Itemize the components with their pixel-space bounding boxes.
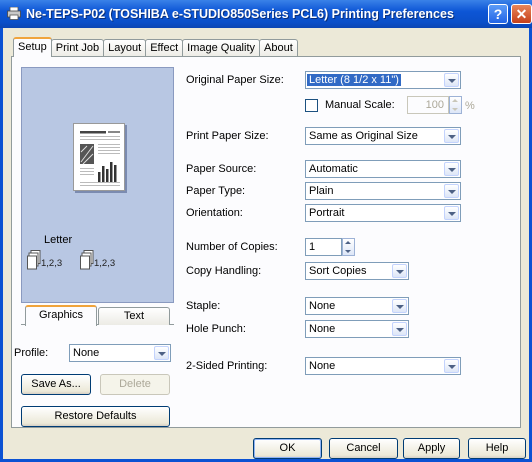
manual-scale-input[interactable]: 100 bbox=[407, 96, 449, 114]
collate-number-2: 1,2,3 bbox=[94, 258, 116, 269]
paper-type-select[interactable]: Plain bbox=[305, 182, 461, 200]
chevron-down-icon[interactable] bbox=[392, 299, 407, 313]
ok-button[interactable]: OK bbox=[253, 438, 322, 459]
chevron-down-icon[interactable] bbox=[444, 359, 459, 373]
subtab-graphics-label: Graphics bbox=[38, 309, 84, 321]
help-button[interactable]: Help bbox=[468, 438, 526, 459]
profile-value: None bbox=[73, 347, 100, 359]
save-as-button[interactable]: Save As... bbox=[21, 374, 91, 395]
tab-strip: Setup Print Job Layout Effect Image Qual… bbox=[13, 37, 298, 57]
print-paper-size-select[interactable]: Same as Original Size bbox=[305, 127, 461, 145]
orientation-label: Orientation: bbox=[186, 207, 243, 219]
close-button[interactable]: ✕ bbox=[511, 4, 532, 24]
hole-punch-select[interactable]: None bbox=[305, 320, 409, 338]
copies-spinner[interactable] bbox=[342, 238, 355, 256]
copies-value: 1 bbox=[309, 241, 316, 253]
page-preview: Letter 1,2,3 1,2,3 bbox=[21, 67, 174, 303]
title-bar: Ne-TEPS-P02 (TOSHIBA e-STUDIO850Series P… bbox=[0, 0, 532, 28]
subtab-text-label: Text bbox=[123, 310, 145, 322]
paper-source-label: Paper Source: bbox=[186, 163, 257, 175]
paper-source-select[interactable]: Automatic bbox=[305, 160, 461, 178]
hole-punch-value: None bbox=[309, 323, 336, 335]
chevron-down-icon[interactable] bbox=[154, 346, 169, 360]
copy-handling-select[interactable]: Sort Copies bbox=[305, 262, 409, 280]
orientation-select[interactable]: Portrait bbox=[305, 204, 461, 222]
tab-print-job[interactable]: Print Job bbox=[50, 39, 105, 57]
tab-setup[interactable]: Setup bbox=[13, 37, 52, 57]
collate-number-1: 1,2,3 bbox=[41, 258, 63, 269]
paper-name-label: Letter bbox=[44, 234, 73, 246]
tab-about[interactable]: About bbox=[259, 39, 298, 57]
subtab-text[interactable]: Text bbox=[98, 307, 170, 325]
chevron-down-icon[interactable] bbox=[444, 129, 459, 143]
tab-layout[interactable]: Layout bbox=[103, 39, 147, 57]
copies-input[interactable]: 1 bbox=[305, 238, 342, 256]
collate-icon: 1,2,3 bbox=[80, 250, 120, 272]
chevron-down-icon[interactable] bbox=[444, 206, 459, 220]
window-title: Ne-TEPS-P02 (TOSHIBA e-STUDIO850Series P… bbox=[26, 7, 454, 21]
two-sided-label: 2-Sided Printing: bbox=[186, 360, 268, 372]
chevron-down-icon[interactable] bbox=[444, 184, 459, 198]
cancel-button[interactable]: Cancel bbox=[329, 438, 398, 459]
manual-scale-label: Manual Scale: bbox=[325, 99, 395, 111]
profile-select[interactable]: None bbox=[69, 344, 171, 362]
dialog-body: Setup Print Job Layout Effect Image Qual… bbox=[0, 28, 532, 462]
print-paper-size-label: Print Paper Size: bbox=[186, 130, 269, 142]
manual-scale-unit: % bbox=[465, 100, 475, 112]
copies-label: Number of Copies: bbox=[186, 241, 278, 253]
chevron-down-icon[interactable] bbox=[444, 162, 459, 176]
restore-defaults-button[interactable]: Restore Defaults bbox=[21, 406, 170, 427]
manual-scale-checkbox[interactable] bbox=[305, 99, 318, 112]
chevron-down-icon[interactable] bbox=[392, 322, 407, 336]
chevron-down-icon[interactable] bbox=[392, 264, 407, 278]
print-paper-size-value: Same as Original Size bbox=[309, 130, 418, 142]
two-sided-select[interactable]: None bbox=[305, 357, 461, 375]
copy-handling-label: Copy Handling: bbox=[186, 265, 262, 277]
document-preview-icon bbox=[80, 131, 120, 186]
staple-label: Staple: bbox=[186, 300, 221, 312]
help-title-button[interactable]: ? bbox=[488, 4, 508, 24]
preview-subtabs: Graphics Text bbox=[21, 305, 174, 326]
tab-effect[interactable]: Effect bbox=[145, 39, 184, 57]
original-paper-size-select[interactable]: Letter (8 1/2 x 11") bbox=[305, 71, 461, 89]
manual-scale-spinner[interactable] bbox=[449, 96, 462, 114]
paper-source-value: Automatic bbox=[309, 163, 358, 175]
paper-type-label: Paper Type: bbox=[186, 185, 246, 197]
original-paper-size-value: Letter (8 1/2 x 11") bbox=[307, 74, 401, 86]
printer-icon bbox=[7, 7, 21, 20]
manual-scale-value: 100 bbox=[425, 99, 444, 111]
chevron-down-icon[interactable] bbox=[444, 73, 459, 87]
two-sided-value: None bbox=[309, 360, 336, 372]
original-paper-size-label: Original Paper Size: bbox=[186, 74, 284, 86]
paper-type-value: Plain bbox=[309, 185, 334, 197]
staple-value: None bbox=[309, 300, 336, 312]
orientation-value: Portrait bbox=[309, 207, 345, 219]
apply-button[interactable]: Apply bbox=[403, 438, 460, 459]
staple-select[interactable]: None bbox=[305, 297, 409, 315]
profile-label: Profile: bbox=[14, 347, 49, 359]
hole-punch-label: Hole Punch: bbox=[186, 323, 246, 335]
setup-panel: Letter 1,2,3 1,2,3 Graphics Text Profile… bbox=[11, 56, 521, 428]
delete-button[interactable]: Delete bbox=[100, 374, 170, 395]
tab-image-quality[interactable]: Image Quality bbox=[182, 39, 261, 57]
copy-handling-value: Sort Copies bbox=[309, 265, 367, 277]
page-thumbnail bbox=[73, 123, 125, 191]
subtab-graphics[interactable]: Graphics bbox=[25, 305, 97, 326]
collate-icon: 1,2,3 bbox=[27, 250, 67, 272]
